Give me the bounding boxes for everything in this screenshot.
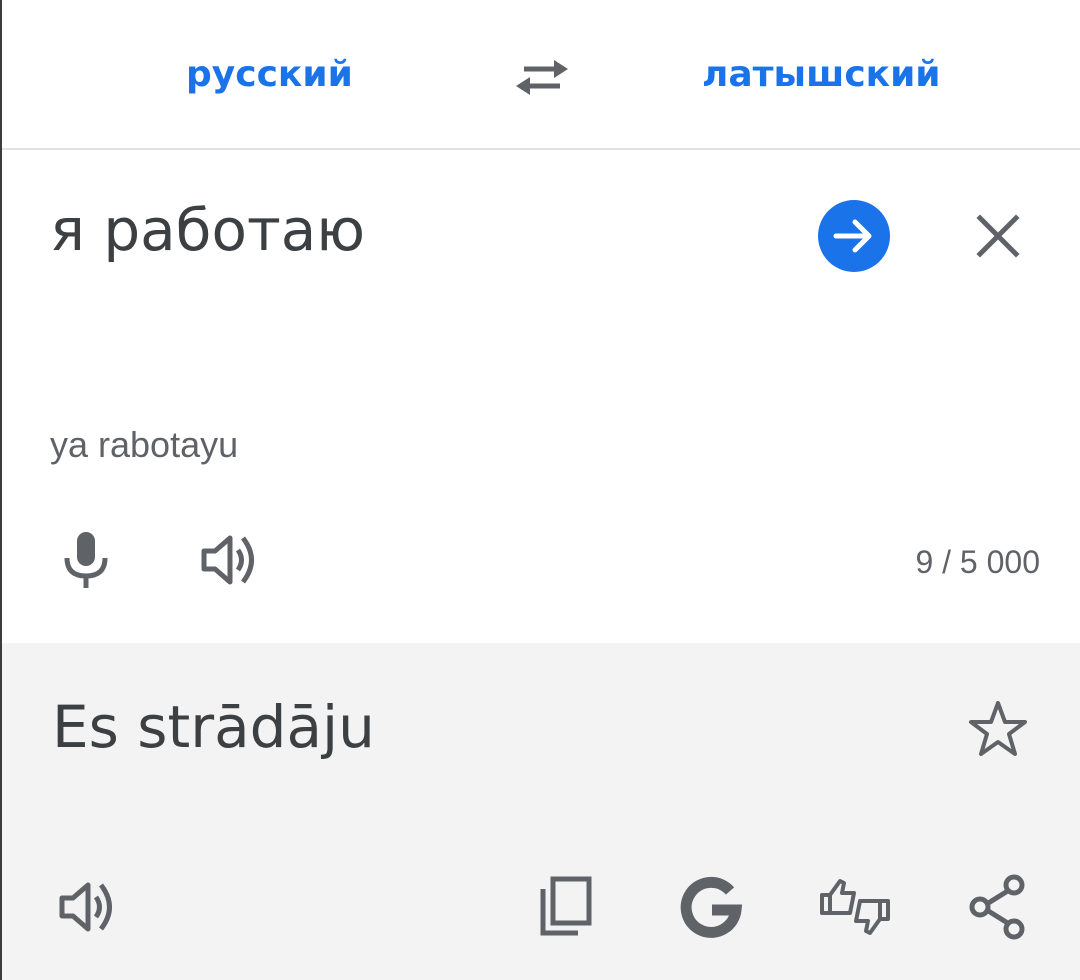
source-text-input[interactable]: я работаю: [50, 196, 365, 264]
translated-text: Es strādāju: [52, 693, 375, 761]
target-language-button[interactable]: латышский: [702, 48, 941, 102]
translate-screen: русский латышский я работаю ya rabotayu …: [0, 0, 1080, 980]
share-translation-button[interactable]: [966, 871, 1032, 943]
speaker-icon: [59, 882, 112, 932]
language-bar: русский латышский: [2, 0, 1080, 150]
character-counter: 9 / 5 000: [915, 544, 1040, 580]
listen-source-button[interactable]: [198, 530, 264, 590]
swap-languages-button[interactable]: [510, 50, 574, 104]
thumbs-up-down-icon: [820, 879, 890, 935]
google-g-icon: [680, 876, 743, 938]
copy-translation-button[interactable]: [534, 873, 596, 941]
rate-translation-button[interactable]: [814, 869, 896, 945]
swap-arrows-icon: [516, 60, 568, 95]
share-icon: [969, 874, 1025, 940]
microphone-icon: [64, 532, 108, 588]
close-icon: [976, 214, 1020, 258]
input-panel: я работаю ya rabotayu 9 / 5 000: [2, 150, 1080, 643]
translate-go-button[interactable]: [818, 200, 890, 272]
listen-translation-button[interactable]: [56, 877, 122, 937]
output-panel: Es strādāju: [2, 643, 1080, 980]
source-language-button[interactable]: русский: [186, 48, 353, 102]
star-outline-icon: [969, 701, 1027, 756]
save-translation-button[interactable]: [964, 695, 1032, 763]
arrow-right-circle-icon: [833, 219, 872, 253]
voice-input-button[interactable]: [58, 528, 114, 592]
open-in-google-button[interactable]: [678, 875, 744, 941]
transliteration-text: ya rabotayu: [50, 424, 239, 465]
copy-icon: [540, 876, 592, 936]
speaker-icon: [201, 535, 254, 585]
clear-input-button[interactable]: [970, 208, 1026, 264]
